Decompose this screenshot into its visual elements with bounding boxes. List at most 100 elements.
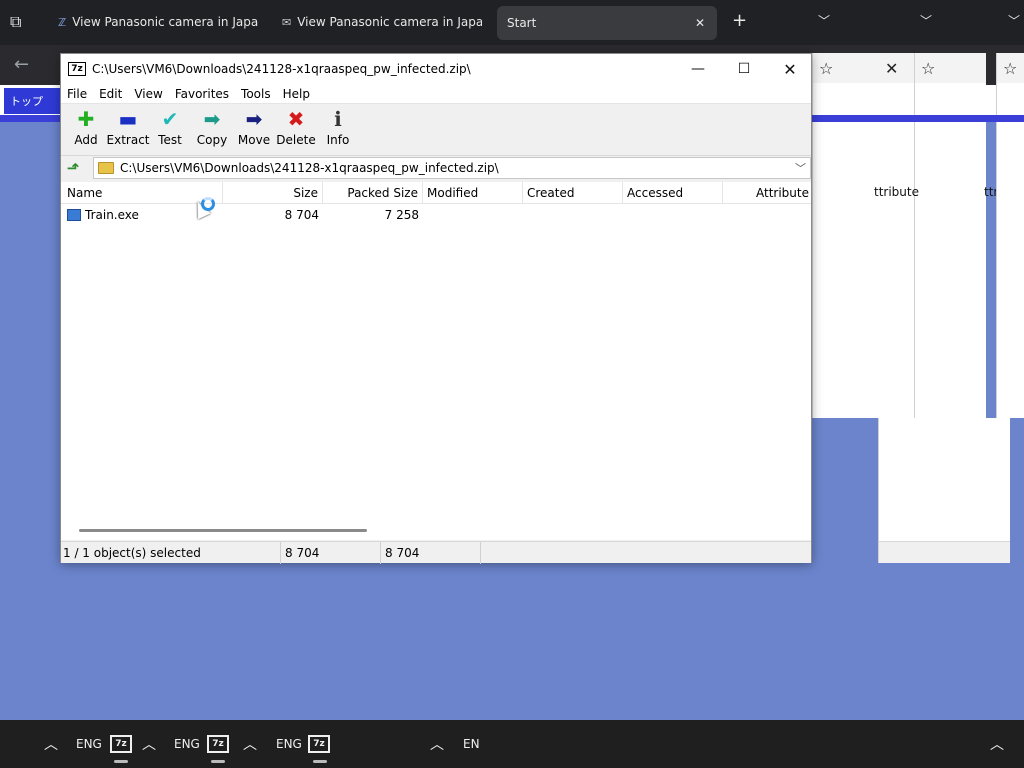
arrow-right-icon: ➡ [203, 107, 221, 131]
close-icon[interactable]: ✕ [885, 59, 898, 78]
minus-icon: ▬ [118, 107, 138, 131]
column-attribute[interactable]: Attribute [723, 182, 813, 204]
x-icon: ✖ [287, 107, 305, 131]
test-button[interactable]: ✔ Test [149, 104, 191, 154]
chevron-up-icon[interactable]: ︿ [44, 720, 58, 768]
menu-view[interactable]: View [128, 87, 168, 101]
nav-tab-top[interactable]: トップ [4, 88, 64, 114]
address-bar: ⬏ C:\Users\VM6\Downloads\241128-x1qraasp… [61, 156, 811, 180]
toolbar: ✚ Add ▬ Extract ✔ Test ➡ Copy ➡ Move ✖ D… [61, 104, 811, 156]
active-indicator [313, 760, 327, 763]
info-icon: ℹ [334, 107, 342, 131]
move-button[interactable]: ➡ Move [233, 104, 275, 154]
chevron-down-icon[interactable]: ﹀ [1008, 12, 1020, 29]
background-window-ghost-1: ☆ ✕ [812, 53, 914, 418]
address-path: C:\Users\VM6\Downloads\241128-x1qraaspeq… [120, 161, 499, 175]
ghost-column-label: ttribute [874, 185, 919, 199]
file-list[interactable]: Name Size Packed Size Modified Created A… [61, 182, 811, 540]
file-packed-cell: 7 258 [384, 208, 419, 222]
browser-tab-start[interactable]: Start ✕ [497, 6, 717, 40]
7zip-app-icon: 7z [308, 735, 330, 753]
browser-tab-1[interactable]: ℤ View Panasonic camera in Japa ✕ [58, 8, 258, 36]
site-favicon-icon: ℤ [58, 15, 67, 29]
exe-file-icon [67, 209, 81, 221]
column-created[interactable]: Created [523, 182, 623, 204]
column-packed-size[interactable]: Packed Size [323, 182, 423, 204]
chevron-up-icon[interactable]: ︿ [142, 720, 156, 768]
tab-actions-icon[interactable]: ⧉ [10, 12, 21, 32]
7zip-window: 7z C:\Users\VM6\Downloads\241128-x1qraas… [60, 53, 812, 564]
chevron-up-icon[interactable]: ︿ [430, 720, 444, 768]
menu-tools[interactable]: Tools [235, 87, 277, 101]
chevron-up-icon[interactable]: ︿ [990, 720, 1004, 768]
status-packed: 8 704 [381, 542, 481, 564]
menu-favorites[interactable]: Favorites [169, 87, 235, 101]
folder-icon [98, 162, 114, 174]
star-icon[interactable]: ☆ [921, 59, 935, 78]
star-icon[interactable]: ☆ [819, 59, 833, 78]
7zip-app-icon[interactable]: 7z [68, 62, 86, 76]
title-bar[interactable]: 7z C:\Users\VM6\Downloads\241128-x1qraas… [61, 54, 811, 84]
ghost-column-label: ttribute [984, 185, 996, 199]
background-window-ghost-2: ☆ [914, 53, 986, 418]
chevron-down-icon[interactable]: ﹀ [795, 160, 806, 176]
chevron-up-icon[interactable]: ︿ [243, 720, 257, 768]
column-modified[interactable]: Modified [423, 182, 523, 204]
file-name: Train.exe [85, 208, 139, 222]
copy-label: Copy [196, 133, 228, 147]
column-size[interactable]: Size [223, 182, 323, 204]
status-bar: 1 / 1 object(s) selected 8 704 8 704 [61, 541, 811, 564]
column-accessed[interactable]: Accessed [623, 182, 723, 204]
new-tab-icon[interactable]: + [732, 10, 747, 31]
info-label: Info [326, 133, 350, 147]
language-indicator[interactable]: ENG [174, 720, 200, 768]
maximize-button[interactable]: ☐ [721, 54, 767, 84]
star-icon[interactable]: ☆ [1003, 59, 1017, 78]
menu-edit[interactable]: Edit [93, 87, 128, 101]
7zip-app-icon: 7z [207, 735, 229, 753]
up-folder-button[interactable]: ⬏ [61, 157, 85, 179]
test-label: Test [158, 133, 182, 147]
add-button[interactable]: ✚ Add [65, 104, 107, 154]
table-row[interactable]: Train.exe 8 704 7 258 [61, 206, 811, 224]
browser-tab-start-label: Start [507, 16, 537, 30]
page-blue-band [812, 115, 1024, 122]
menu-file[interactable]: File [61, 87, 93, 101]
info-button[interactable]: ℹ Info [317, 104, 359, 154]
delete-button[interactable]: ✖ Delete [275, 104, 317, 154]
minimize-button[interactable]: — [675, 54, 721, 84]
back-arrow-icon[interactable]: ← [14, 54, 29, 75]
move-label: Move [237, 133, 271, 147]
up-arrow-icon: ⬏ [66, 159, 80, 177]
language-indicator[interactable]: EN [463, 720, 480, 768]
check-icon: ✔ [161, 107, 179, 131]
menu-help[interactable]: Help [277, 87, 316, 101]
background-window-ghost-lower [878, 418, 1010, 563]
close-icon[interactable]: ✕ [695, 16, 705, 30]
active-indicator [114, 760, 128, 763]
language-indicator[interactable]: ENG [276, 720, 302, 768]
taskbar: ︿ ENG 7z ︿ ENG 7z ︿ ENG 7z ︿ EN ︿ [0, 720, 1024, 768]
close-button[interactable]: ✕ [767, 54, 813, 84]
horizontal-scrollbar[interactable] [79, 529, 367, 532]
extract-button[interactable]: ▬ Extract [107, 104, 150, 154]
menu-bar: File Edit View Favorites Tools Help [61, 84, 811, 104]
chevron-down-icon[interactable]: ﹀ [920, 12, 932, 29]
active-indicator [211, 760, 225, 763]
address-input[interactable]: C:\Users\VM6\Downloads\241128-x1qraaspeq… [93, 157, 811, 179]
status-selection: 1 / 1 object(s) selected [61, 542, 281, 564]
status-size: 8 704 [281, 542, 381, 564]
mail-favicon-icon: ✉ [282, 15, 292, 29]
arrow-right-icon: ➡ [245, 107, 263, 131]
browser-tab-2[interactable]: ✉ View Panasonic camera in Japa ✕ [282, 8, 482, 36]
browser-tab-1-label: View Panasonic camera in Japa [72, 15, 258, 29]
language-indicator[interactable]: ENG [76, 720, 102, 768]
window-title: C:\Users\VM6\Downloads\241128-x1qraaspeq… [92, 62, 471, 76]
copy-button[interactable]: ➡ Copy [191, 104, 233, 154]
chevron-down-icon[interactable]: ﹀ [818, 12, 830, 29]
busy-spinner-icon [201, 197, 215, 211]
plus-icon: ✚ [77, 107, 95, 131]
browser-tab-2-label: View Panasonic camera in Japa [297, 15, 482, 29]
file-size-cell: 8 704 [284, 208, 319, 222]
background-window-ghost-3: ☆ [996, 53, 1024, 418]
